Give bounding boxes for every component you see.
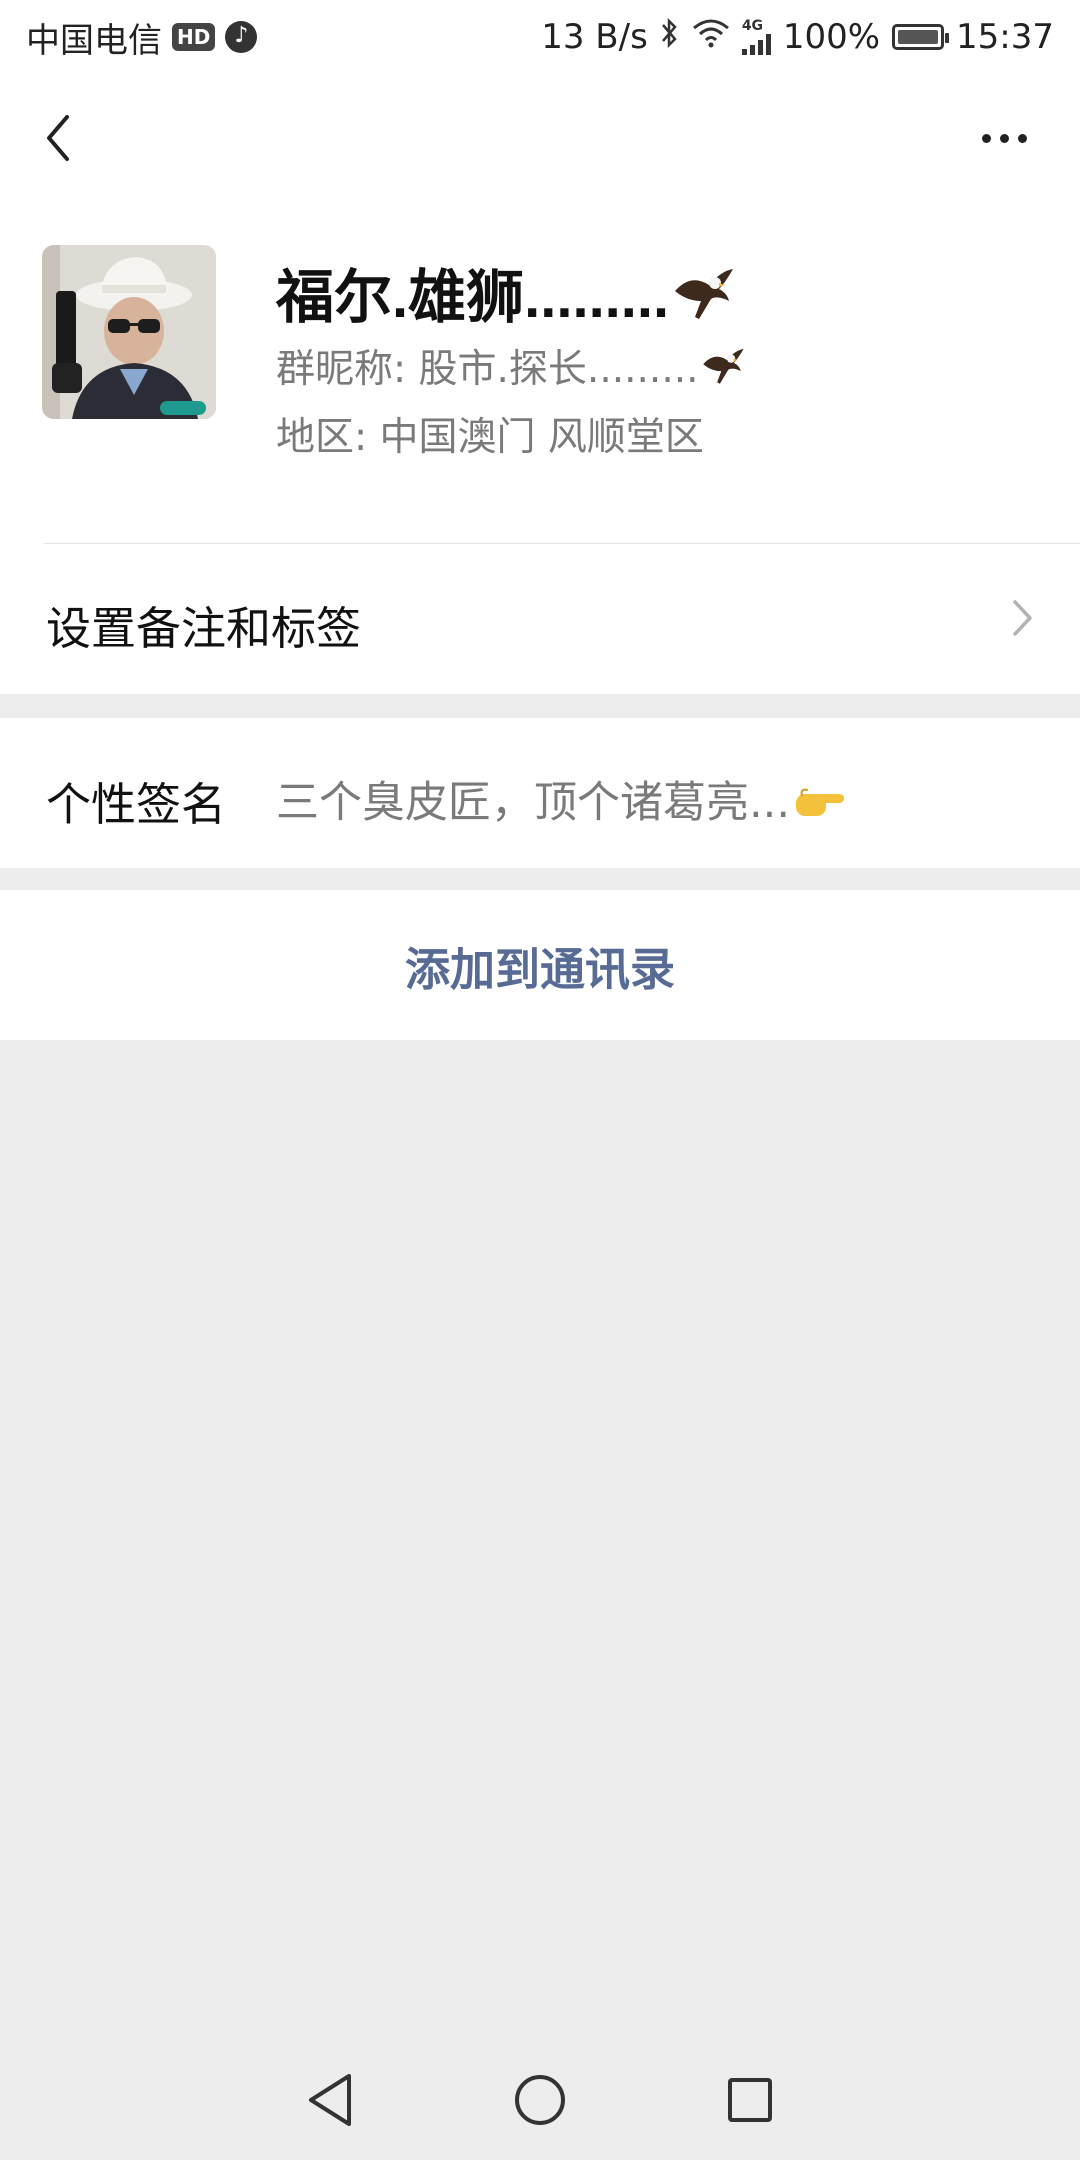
- system-nav-bar: [0, 2040, 1080, 2160]
- signature-row: 个性签名 三个臭皮匠，顶个诸葛亮...: [0, 718, 1080, 868]
- remark-label: 设置备注和标签: [46, 602, 362, 655]
- signal-icon: [741, 33, 771, 55]
- nickname: 福尔.雄狮.........: [276, 250, 735, 339]
- signal-group: 4G: [741, 18, 771, 55]
- pointing-hand-emoji: [794, 781, 846, 831]
- add-to-contacts-button[interactable]: 添加到通讯录: [0, 890, 1080, 1040]
- more-button[interactable]: [964, 108, 1044, 168]
- clock: 15:37: [956, 17, 1054, 57]
- network-type: 4G: [741, 18, 764, 34]
- remark-row[interactable]: 设置备注和标签: [0, 544, 1080, 692]
- more-dot: [1017, 133, 1027, 143]
- battery-icon: [892, 24, 950, 50]
- chevron-right-icon: [1013, 600, 1032, 636]
- signature-text: 三个臭皮匠，顶个诸葛亮...: [276, 778, 791, 828]
- signature-value: 三个臭皮匠，顶个诸葛亮...: [276, 768, 846, 831]
- more-dots-icon: [981, 133, 991, 143]
- group-nickname: 群昵称: 股市.探长.........: [276, 338, 745, 398]
- bluetooth-icon: [660, 17, 680, 57]
- region: 地区: 中国澳门 风顺堂区: [276, 415, 704, 460]
- carrier-label: 中国电信: [26, 20, 162, 61]
- more-dot: [999, 133, 1009, 143]
- status-bar-right: 13 B/s 4G 100% 15:37: [541, 14, 1054, 60]
- net-speed: 13 B/s: [541, 17, 648, 57]
- nav-back-button[interactable]: [300, 2070, 360, 2130]
- add-to-contacts-label: 添加到通讯录: [404, 942, 675, 996]
- avatar-image: [42, 245, 216, 419]
- wifi-icon: [692, 18, 730, 56]
- eagle-emoji: [669, 265, 735, 339]
- battery-percent: 100%: [782, 17, 881, 57]
- nav-recents-button[interactable]: [720, 2070, 780, 2130]
- hd-badge: HD: [172, 23, 216, 51]
- group-nickname-text: 群昵称: 股市.探长.........: [276, 347, 699, 392]
- signature-label: 个性签名: [46, 778, 227, 831]
- status-bar-left: 中国电信 HD: [26, 14, 258, 61]
- nickname-text: 福尔.雄狮.........: [276, 265, 670, 330]
- avatar[interactable]: [42, 245, 216, 419]
- eagle-emoji-small: [699, 346, 745, 398]
- nav-recents-icon: [728, 2078, 772, 2122]
- nav-back-icon: [309, 2074, 351, 2126]
- tiktok-icon: [225, 21, 258, 53]
- back-button[interactable]: [28, 108, 88, 168]
- nav-home-icon: [515, 2075, 565, 2125]
- nav-home-button[interactable]: [510, 2070, 570, 2130]
- status-bar: 中国电信 HD 13 B/s 4G 100% 15:37: [0, 0, 1080, 74]
- back-chevron-icon: [47, 115, 69, 161]
